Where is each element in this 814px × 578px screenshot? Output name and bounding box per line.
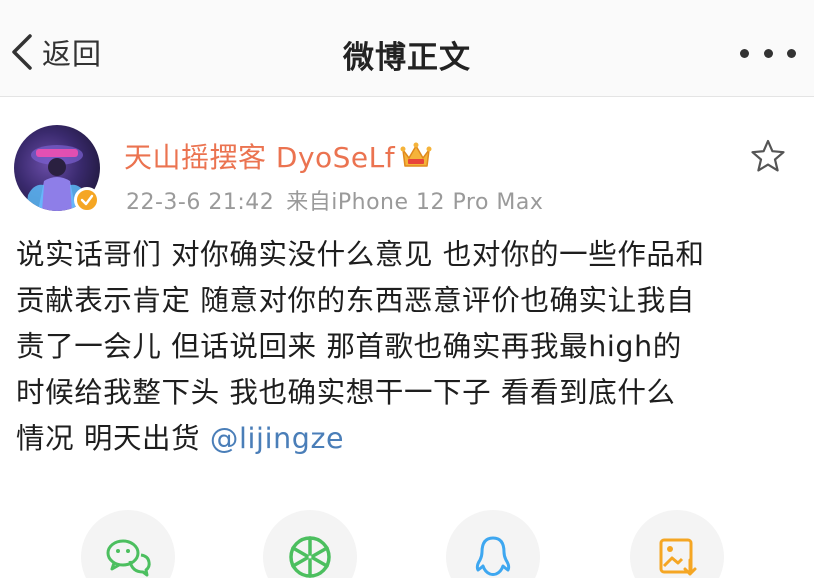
username-row: 天山摇摆客 DyoSeLf <box>124 136 433 176</box>
username[interactable]: 天山摇摆客 DyoSeLf <box>124 136 395 176</box>
page-title: 微博正文 <box>343 40 471 76</box>
dot <box>763 48 773 58</box>
verified-badge-icon <box>74 187 100 213</box>
aperture-icon <box>289 536 331 578</box>
save-image-button[interactable] <box>630 510 724 578</box>
top-nav-bar: 返回 微博正文 <box>0 0 814 97</box>
avatar[interactable] <box>14 125 102 213</box>
mention-link[interactable]: @lijingze <box>210 422 344 455</box>
qq-penguin-icon <box>475 536 511 576</box>
crown-icon[interactable] <box>399 140 433 172</box>
content-line: 责了一会儿 但话说回来 那首歌也确实再我最high的 <box>16 330 682 363</box>
share-qq-button[interactable] <box>446 510 540 578</box>
dot <box>787 48 796 58</box>
dot <box>740 48 749 58</box>
wechat-icon <box>106 539 151 577</box>
content-line: 时候给我整下头 我也确实想干一下子 看看到底什么 <box>16 376 676 409</box>
save-image-icon <box>659 538 697 576</box>
weibo-post: 天山摇摆客 DyoSeLf 22-3-6 21:42 来自iPhone 12 Pr… <box>0 98 814 578</box>
star-icon[interactable] <box>750 138 786 174</box>
post-content: 说实话哥们 对你确实没什么意见 也对你的一些作品和 贡献表示肯定 随意对你的东西… <box>16 232 806 462</box>
share-row <box>0 510 814 578</box>
post-meta: 22-3-6 21:42 来自iPhone 12 Pro Max <box>126 184 543 216</box>
content-line: 贡献表示肯定 随意对你的东西恶意评价也确实让我自 <box>16 284 695 317</box>
content-line-last: 情况 明天出货 @lijingze <box>16 416 806 462</box>
content-line-text: 情况 明天出货 <box>16 422 210 455</box>
share-moments-button[interactable] <box>263 510 357 578</box>
post-date: 22-3-6 21:42 <box>126 190 275 215</box>
post-source: 来自iPhone 12 Pro Max <box>286 190 544 215</box>
content-line: 说实话哥们 对你确实没什么意见 也对你的一些作品和 <box>16 238 705 271</box>
more-dots-icon[interactable] <box>740 38 796 68</box>
share-wechat-button[interactable] <box>81 510 175 578</box>
